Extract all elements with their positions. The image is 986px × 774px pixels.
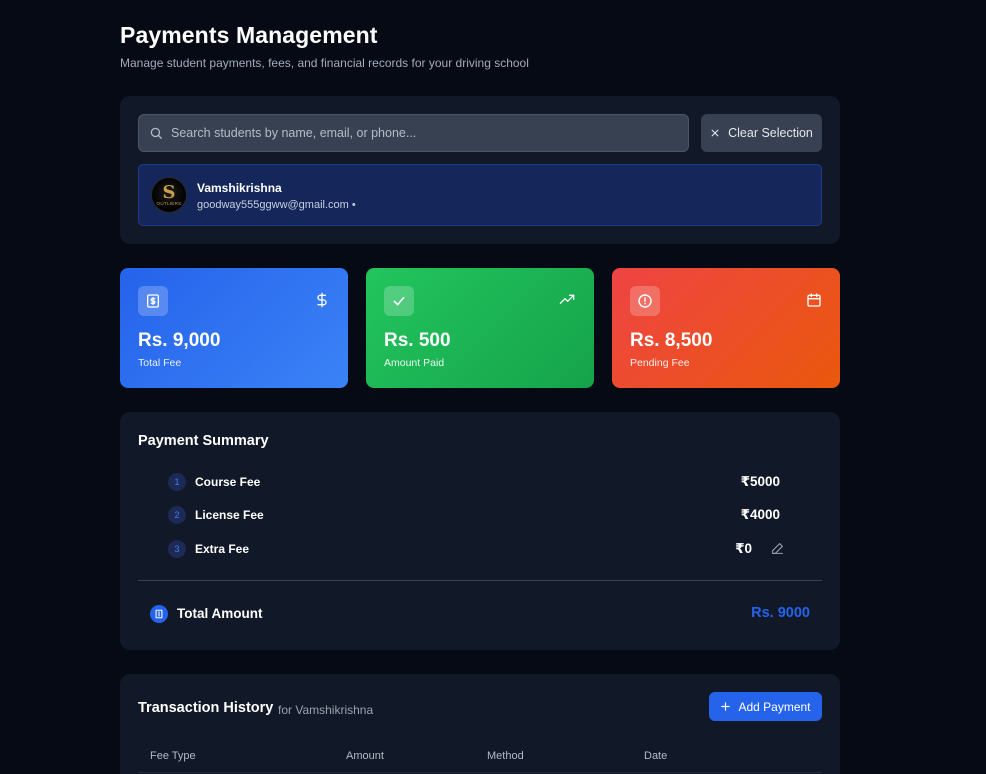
avatar-logo-letter: S [162, 181, 176, 203]
search-icon [150, 127, 162, 139]
fee-item-license: 2 License Fee ₹4000 [168, 505, 780, 525]
total-amount-value: Rs. 9000 [751, 605, 810, 621]
clear-selection-label: Clear Selection [728, 126, 813, 140]
add-payment-label: Add Payment [738, 699, 811, 714]
page-title: Payments Management [120, 22, 378, 48]
avatar-logo-text: OUTLIERS [156, 200, 182, 206]
total-fee-card: Rs. 9,000 Total Fee [120, 268, 348, 388]
fee-item-name: Extra Fee [195, 542, 250, 556]
plus-icon [721, 702, 731, 711]
fee-item-extra: 3 Extra Fee ₹0 [168, 539, 783, 559]
pending-fee-label: Pending Fee [630, 357, 690, 369]
fee-item-number: 3 [168, 540, 186, 558]
table-header-divider [138, 772, 822, 773]
payment-summary-title: Payment Summary [138, 433, 269, 449]
student-name: Vamshikrishna [197, 181, 282, 195]
fee-item-course: 1 Course Fee ₹5000 [168, 472, 780, 492]
close-icon [711, 129, 719, 137]
transaction-history-title: Transaction History [138, 700, 274, 716]
total-receipt-icon [150, 605, 168, 623]
transaction-history-student: for Vamshikrishna [278, 703, 374, 717]
payment-summary-card: Payment Summary 1 Course Fee ₹5000 2 Lic… [120, 412, 840, 650]
search-input[interactable] [171, 126, 671, 140]
transaction-history-card: Transaction History for Vamshikrishna Ad… [120, 674, 840, 774]
fee-item-amount: ₹4000 [740, 507, 780, 522]
receipt-icon [138, 286, 168, 316]
fee-item-name: Course Fee [195, 475, 261, 489]
search-box[interactable] [138, 114, 689, 152]
column-header-amount[interactable]: Amount [346, 750, 384, 762]
check-icon [384, 286, 414, 316]
student-search-card: Clear Selection S OUTLIERS Vamshikrishna… [120, 96, 840, 244]
trending-up-icon [559, 294, 575, 304]
fee-item-amount: ₹0 [735, 541, 752, 556]
add-payment-button[interactable]: Add Payment [709, 692, 822, 721]
avatar: S OUTLIERS [151, 177, 187, 213]
selected-student[interactable]: S OUTLIERS Vamshikrishna goodway555ggww@… [138, 164, 822, 226]
alert-circle-icon [630, 286, 660, 316]
calendar-icon [807, 293, 821, 307]
column-header-fee-type[interactable]: Fee Type [150, 750, 196, 762]
fee-item-name: License Fee [195, 508, 264, 522]
page-subtitle: Manage student payments, fees, and finan… [120, 56, 529, 70]
fee-item-number: 2 [168, 506, 186, 524]
column-header-date[interactable]: Date [644, 750, 667, 762]
pencil-icon[interactable] [771, 542, 784, 555]
total-fee-label: Total Fee [138, 357, 182, 369]
pending-fee-card: Rs. 8,500 Pending Fee [612, 268, 840, 388]
amount-paid-value: Rs. 500 [384, 330, 451, 351]
dollar-icon [317, 292, 327, 308]
column-header-method[interactable]: Method [487, 750, 524, 762]
summary-divider [138, 580, 822, 581]
total-amount-label: Total Amount [177, 606, 263, 621]
amount-paid-card: Rs. 500 Amount Paid [366, 268, 594, 388]
amount-paid-label: Amount Paid [384, 357, 445, 369]
fee-item-number: 1 [168, 473, 186, 491]
total-fee-value: Rs. 9,000 [138, 330, 221, 351]
pending-fee-value: Rs. 8,500 [630, 330, 713, 351]
student-email: goodway555ggww@gmail.com • [197, 199, 356, 211]
clear-selection-button[interactable]: Clear Selection [701, 114, 822, 152]
fee-item-amount: ₹5000 [740, 474, 780, 489]
